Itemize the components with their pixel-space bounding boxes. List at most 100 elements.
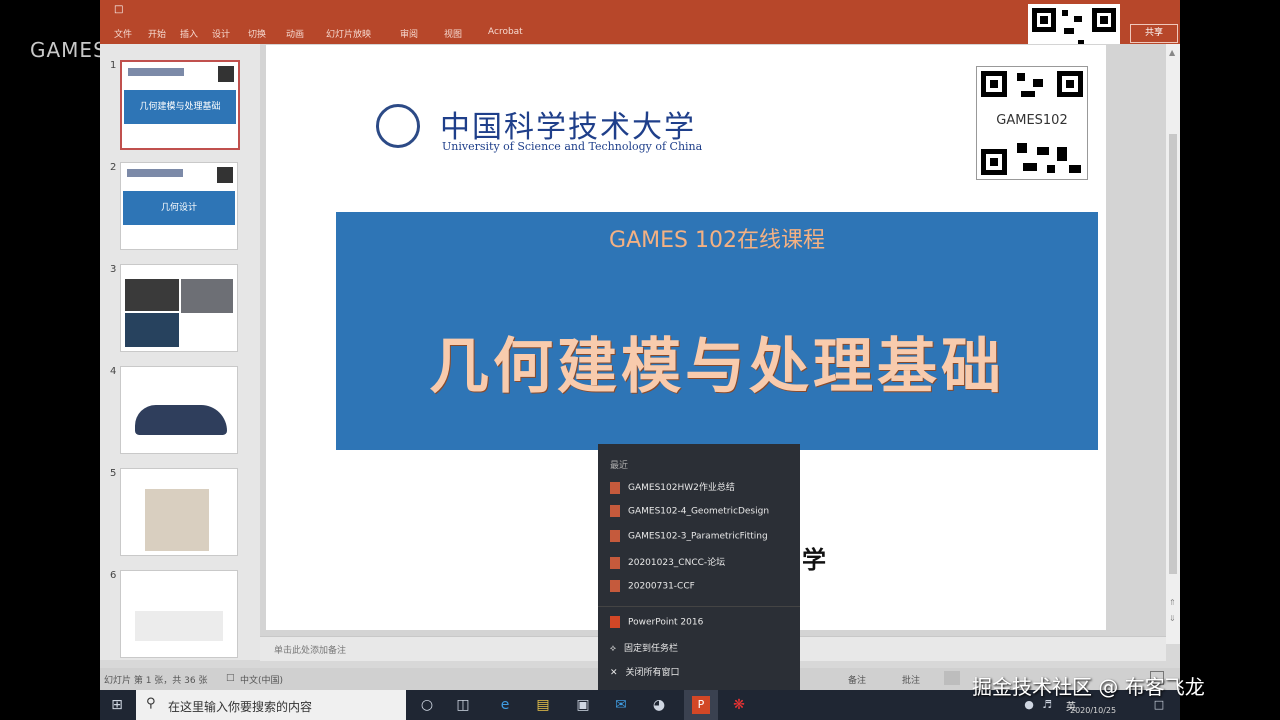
slide-partial-text: 学	[802, 546, 826, 574]
tab-acrobat[interactable]: Acrobat	[488, 27, 523, 37]
watermark-text: 掘金技术社区 @ 布客飞龙	[972, 675, 1205, 699]
qr-label: GAMES102	[986, 110, 1078, 132]
thumb-image	[135, 405, 227, 435]
recent-item-2[interactable]: GAMES102-4_GeometricDesign	[610, 505, 769, 517]
comments-toggle[interactable]: 批注	[902, 673, 920, 686]
thumb-image	[145, 489, 209, 551]
mail-icon[interactable]: ✉	[612, 696, 630, 714]
slide-thumbnail-5[interactable]	[120, 468, 238, 556]
thumb-logo	[127, 169, 183, 177]
recent-item-label: 20200731-CCF	[628, 581, 695, 592]
slide-count: 幻灯片 第 1 张，共 36 张	[104, 676, 208, 686]
powerpoint-icon: P	[692, 696, 710, 714]
taskbar-search-box[interactable]: ⚲ 在这里输入你要搜索的内容	[136, 690, 406, 720]
file-explorer-icon[interactable]: ▤	[534, 696, 552, 714]
app-label: PowerPoint 2016	[628, 617, 704, 628]
divider	[598, 606, 800, 607]
close-all-label: 关闭所有窗口	[625, 668, 680, 678]
thumb-title: 几何设计	[123, 191, 235, 225]
thumb-number: 3	[110, 264, 117, 275]
ppt-file-icon	[610, 556, 620, 569]
thumb-image	[181, 279, 233, 313]
spellcheck-icon[interactable]: □	[226, 673, 235, 683]
open-powerpoint-item[interactable]: PowerPoint 2016	[610, 616, 703, 628]
save-icon[interactable]: □	[114, 4, 123, 15]
recent-item-1[interactable]: GAMES102HW2作业总结	[610, 480, 735, 494]
tab-home[interactable]: 开始	[148, 27, 166, 40]
slide-thumbnail-1[interactable]: 几何建模与处理基础	[120, 60, 240, 150]
notes-placeholder: 单击此处添加备注	[274, 646, 347, 656]
thumb-image	[135, 611, 223, 641]
recent-item-4[interactable]: 20201023_CNCC-论坛	[610, 555, 725, 569]
recent-item-label: GAMES102-3_ParametricFitting	[628, 531, 768, 542]
recent-item-label: GAMES102-4_GeometricDesign	[628, 506, 770, 517]
slide-title: 几何建模与处理基础	[429, 332, 1005, 402]
cortana-icon[interactable]: ○	[418, 696, 436, 714]
thumb-number: 2	[110, 162, 117, 173]
system-date[interactable]: 2020/10/25	[1070, 706, 1116, 715]
university-name-en: University of Science and Technology of …	[442, 140, 703, 153]
notes-toggle[interactable]: 备注	[848, 673, 866, 686]
scroll-up-icon[interactable]: ▲	[1169, 48, 1175, 57]
tab-transitions[interactable]: 切换	[248, 27, 266, 40]
acrobat-icon[interactable]: ❋	[730, 696, 748, 714]
search-icon: ⚲	[146, 696, 156, 711]
slide-thumbnail-3[interactable]	[120, 264, 238, 352]
task-view-icon[interactable]: ◫	[454, 696, 472, 714]
slide-thumbnail-4[interactable]	[120, 366, 238, 454]
edge-icon[interactable]: e	[496, 696, 514, 714]
recent-item-label: 20201023_CNCC-论坛	[628, 558, 726, 568]
slide-thumbnails-pane: 1 几何建模与处理基础 2 几何设计 3 4 5 6	[100, 44, 260, 660]
jumplist-header: 最近	[610, 461, 629, 471]
thumb-number: 5	[110, 468, 117, 479]
tab-review[interactable]: 审阅	[400, 27, 418, 40]
share-button[interactable]: 共享	[1130, 24, 1178, 43]
slide-subtitle: GAMES 102在线课程	[609, 228, 825, 253]
normal-view-icon[interactable]	[944, 671, 960, 685]
slide-thumbnail-6[interactable]	[120, 570, 238, 658]
title-bar: □	[100, 0, 1180, 22]
recent-item-3[interactable]: GAMES102-3_ParametricFitting	[610, 530, 768, 542]
tab-design[interactable]: 设计	[212, 27, 230, 40]
vertical-scrollbar[interactable]: ▲ ⇑ ⇓	[1166, 44, 1180, 644]
ppt-file-icon	[610, 481, 620, 494]
thumb-image	[125, 313, 179, 347]
thumb-number: 4	[110, 366, 117, 377]
taskbar-jump-list: 最近 GAMES102HW2作业总结 GAMES102-4_GeometricD…	[598, 444, 800, 690]
thumb-number: 1	[110, 60, 117, 71]
next-slide-icon[interactable]: ⇓	[1169, 614, 1176, 623]
windows-start-icon[interactable]: ⊞	[108, 696, 126, 714]
pin-icon: ⟡	[610, 644, 616, 654]
recent-item-5[interactable]: 20200731-CCF	[610, 580, 695, 592]
prev-slide-icon[interactable]: ⇑	[1169, 598, 1176, 607]
ribbon-tabs: 文件 开始 插入 设计 切换 动画 幻灯片放映 审阅 视图 Acrobat 共享	[100, 22, 1180, 44]
store-icon[interactable]: ▣	[574, 696, 592, 714]
pin-to-taskbar-item[interactable]: ⟡ 固定到任务栏	[610, 641, 678, 654]
close-icon: ✕	[610, 668, 618, 678]
tab-insert[interactable]: 插入	[180, 27, 198, 40]
tab-file[interactable]: 文件	[114, 27, 132, 40]
search-placeholder: 在这里输入你要搜索的内容	[168, 700, 313, 714]
thumb-qr	[217, 167, 233, 183]
browser-icon[interactable]: ◕	[650, 696, 668, 714]
ppt-file-icon	[610, 530, 620, 542]
ppt-file-icon	[610, 505, 620, 517]
thumb-logo	[128, 68, 184, 76]
close-all-windows-item[interactable]: ✕ 关闭所有窗口	[610, 665, 680, 678]
recent-item-label: GAMES102HW2作业总结	[628, 483, 735, 493]
thumb-title: 几何建模与处理基础	[124, 90, 236, 124]
powerpoint-icon	[610, 616, 620, 628]
tab-view[interactable]: 视图	[444, 27, 462, 40]
tab-slideshow[interactable]: 幻灯片放映	[326, 27, 371, 40]
thumb-image	[125, 279, 179, 311]
university-seal-icon	[376, 104, 420, 148]
pin-label: 固定到任务栏	[623, 644, 678, 654]
ppt-file-icon	[610, 580, 620, 592]
language-indicator[interactable]: 中文(中国)	[240, 673, 283, 686]
powerpoint-taskbar-button[interactable]: P	[684, 690, 718, 720]
slide-thumbnail-2[interactable]: 几何设计	[120, 162, 238, 250]
thumb-number: 6	[110, 570, 117, 581]
thumb-qr	[218, 66, 234, 82]
tab-animations[interactable]: 动画	[286, 27, 304, 40]
scrollbar-thumb[interactable]	[1169, 134, 1177, 574]
